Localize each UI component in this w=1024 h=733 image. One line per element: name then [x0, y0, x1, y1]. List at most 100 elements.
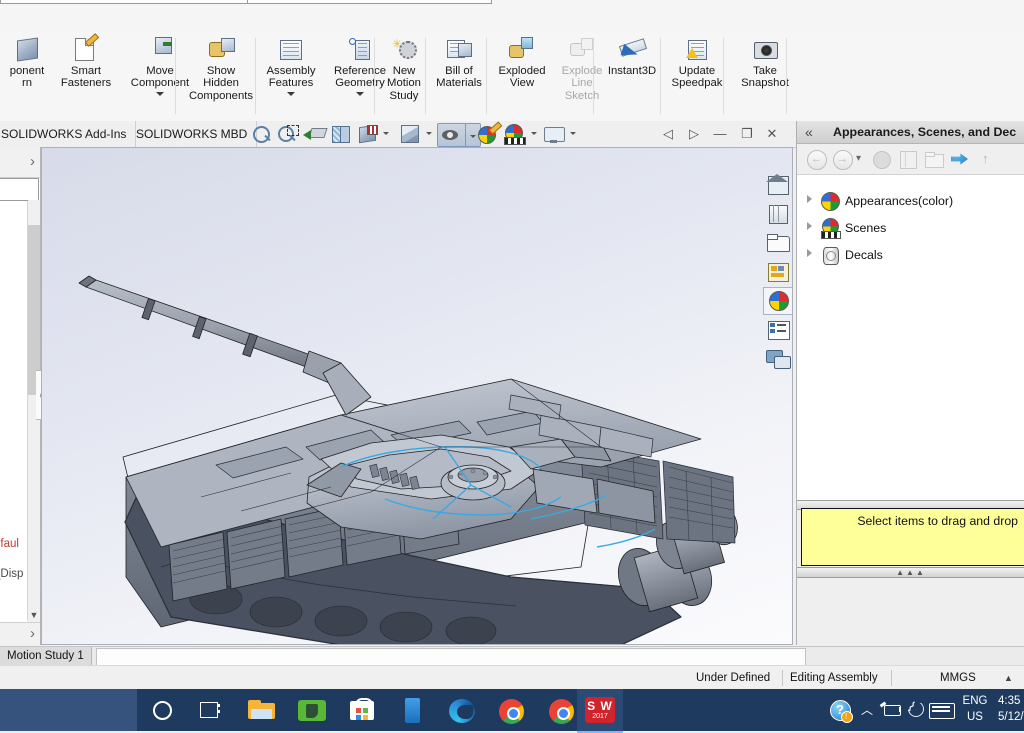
feature-tree-tab-strip: › — [0, 147, 40, 178]
solidworks-resources-icon[interactable] — [763, 171, 793, 199]
previous-view-icon[interactable] — [303, 123, 328, 145]
zoom-to-fit-icon[interactable] — [250, 123, 273, 145]
status-units-caret[interactable]: ▲ — [1004, 666, 1013, 690]
your-phone-button[interactable] — [387, 689, 437, 731]
view-orientation-caret[interactable] — [426, 132, 432, 135]
clock-date[interactable]: 5/12/ — [998, 711, 1024, 723]
history-dropdown-button[interactable]: ▾ — [855, 148, 867, 170]
evernote-button[interactable] — [287, 689, 337, 731]
keyboard-icon[interactable] — [926, 689, 955, 731]
chevron-right-icon[interactable]: › — [30, 153, 35, 170]
tree-item-appearances[interactable]: Appearances(color) — [797, 189, 1024, 213]
drag-drop-hint-area[interactable]: Select items to drag and drop — [801, 508, 1024, 566]
display-style-caret[interactable] — [383, 132, 389, 135]
ribbon-button-smart-fasteners[interactable]: Smart Fasteners — [54, 32, 118, 90]
feature-tree-nodes: efaul _Disp — [0, 203, 28, 621]
battery-charging-icon[interactable] — [878, 689, 904, 731]
hide-show-items-icon[interactable] — [437, 123, 467, 147]
scene-filter-button[interactable] — [897, 148, 919, 170]
file-explorer-icon[interactable] — [763, 229, 793, 257]
start-button[interactable] — [137, 689, 187, 731]
tab-motion-study-1[interactable]: Motion Study 1 — [0, 647, 92, 666]
ribbon-toolbar: ponent rn Smart Fasteners Move Component — [0, 32, 1024, 122]
assembly-features-icon — [276, 36, 306, 63]
taskbar-preview-area — [0, 689, 137, 731]
chevron-right-icon[interactable] — [807, 249, 812, 257]
previous-document-button[interactable]: ◁ — [658, 124, 678, 144]
chevron-right-bottom-icon[interactable]: › — [30, 625, 35, 642]
collapse-task-pane-button[interactable]: « — [805, 123, 813, 141]
ribbon-button-bill-of-materials[interactable]: Bill of Materials — [428, 32, 490, 90]
up-one-level-button[interactable]: ↑ — [977, 148, 999, 170]
file-explorer-button[interactable] — [237, 689, 287, 731]
chevron-right-icon[interactable] — [807, 222, 812, 230]
solidworks-forum-icon[interactable] — [763, 345, 793, 373]
status-units[interactable]: MMGS — [940, 666, 976, 690]
feature-tree-filter-input[interactable] — [0, 178, 39, 201]
back-button[interactable]: ← — [805, 148, 827, 170]
task-view-button[interactable] — [187, 689, 237, 731]
apply-scene-icon[interactable] — [503, 123, 526, 145]
ribbon-button-show-hidden-components[interactable]: Show Hidden Components — [178, 32, 264, 102]
tree-item-label: Appearances(color) — [845, 194, 954, 208]
microsoft-edge-button[interactable] — [437, 689, 487, 731]
display-style-icon[interactable] — [356, 123, 379, 145]
task-pane-splitter-bottom[interactable]: ▲▲▲ — [797, 567, 1024, 578]
instant3d-icon — [617, 36, 648, 63]
chevron-right-icon[interactable] — [807, 195, 812, 203]
tab-solidworks-addins[interactable]: SOLIDWORKS Add-Ins — [0, 121, 137, 147]
tab-solidworks-mbd[interactable]: SOLIDWORKS MBD — [127, 121, 258, 147]
apply-scene-caret[interactable] — [531, 132, 537, 135]
language-indicator-line1[interactable]: ENG — [960, 695, 990, 707]
close-button[interactable]: ✕ — [762, 124, 782, 144]
ribbon-button-linear-component-pattern[interactable]: ponent rn — [0, 32, 54, 90]
restore-button[interactable]: ❐ — [737, 124, 757, 144]
google-chrome-button[interactable] — [487, 689, 537, 731]
move-component-caret[interactable] — [156, 91, 164, 96]
show-hidden-icons-chevron-icon[interactable]: ︿ — [857, 689, 877, 731]
tree-node-default[interactable]: efaul — [0, 538, 19, 550]
reference-geometry-caret[interactable] — [356, 91, 364, 96]
motion-study-tab-row: Motion Study 1 — [0, 646, 1024, 667]
wifi-icon[interactable]: ⌇ — [903, 689, 927, 731]
ribbon-button-update-speedpak[interactable]: Update Speedpak — [663, 32, 731, 90]
tree-node-display-state[interactable]: _Disp — [0, 568, 23, 580]
view-settings-caret[interactable] — [570, 132, 576, 135]
motion-study-timeline-field[interactable] — [96, 648, 806, 666]
view-settings-icon[interactable] — [542, 123, 565, 145]
refresh-button[interactable] — [949, 148, 971, 170]
microsoft-store-button[interactable] — [337, 689, 387, 731]
clock-time[interactable]: 4:35 — [998, 695, 1020, 707]
zoom-to-area-icon[interactable] — [276, 123, 299, 145]
assembly-features-caret[interactable] — [287, 91, 295, 96]
design-library-icon[interactable] — [763, 200, 793, 228]
help-question-icon[interactable]: ? ! — [827, 689, 853, 731]
status-sketch-state: Under Defined — [696, 672, 771, 684]
appearances-scenes-decals-icon[interactable] — [763, 287, 793, 315]
language-indicator-line2[interactable]: US — [960, 711, 990, 723]
appearance-filter-button[interactable] — [871, 148, 893, 170]
tree-item-decals[interactable]: Decals — [797, 243, 1024, 267]
forward-button[interactable]: → — [831, 148, 853, 170]
reference-geometry-icon — [345, 36, 375, 63]
solidworks-2017-button[interactable]: S W 2017 — [577, 689, 623, 733]
next-document-button[interactable]: ▷ — [684, 124, 704, 144]
ribbon-button-exploded-view[interactable]: Exploded View — [489, 32, 555, 90]
view-palette-icon[interactable] — [763, 258, 793, 286]
new-motion-study-icon: ✳ — [389, 36, 419, 63]
section-view-icon[interactable] — [329, 123, 352, 145]
ribbon-button-instant3d[interactable]: Instant3D — [596, 32, 668, 77]
move-component-icon — [145, 36, 175, 63]
tree-item-scenes[interactable]: Scenes — [797, 216, 1024, 240]
ribbon-button-new-motion-study[interactable]: ✳ New Motion Study — [377, 32, 431, 102]
custom-properties-icon[interactable] — [763, 316, 793, 344]
solidworks-window: ponent rn Smart Fasteners Move Component — [0, 0, 1024, 733]
tree-scroll-down-button[interactable]: ▼ — [28, 607, 40, 623]
graphics-viewport[interactable]: Y x Z — [41, 147, 793, 645]
minimize-button[interactable]: — — [710, 124, 730, 144]
ribbon-button-assembly-features[interactable]: Assembly Features — [257, 32, 325, 96]
folder-button[interactable] — [923, 148, 945, 170]
ribbon-button-take-snapshot[interactable]: Take Snapshot — [731, 32, 799, 90]
edit-appearance-icon[interactable] — [477, 121, 503, 145]
view-orientation-icon[interactable] — [398, 123, 421, 145]
